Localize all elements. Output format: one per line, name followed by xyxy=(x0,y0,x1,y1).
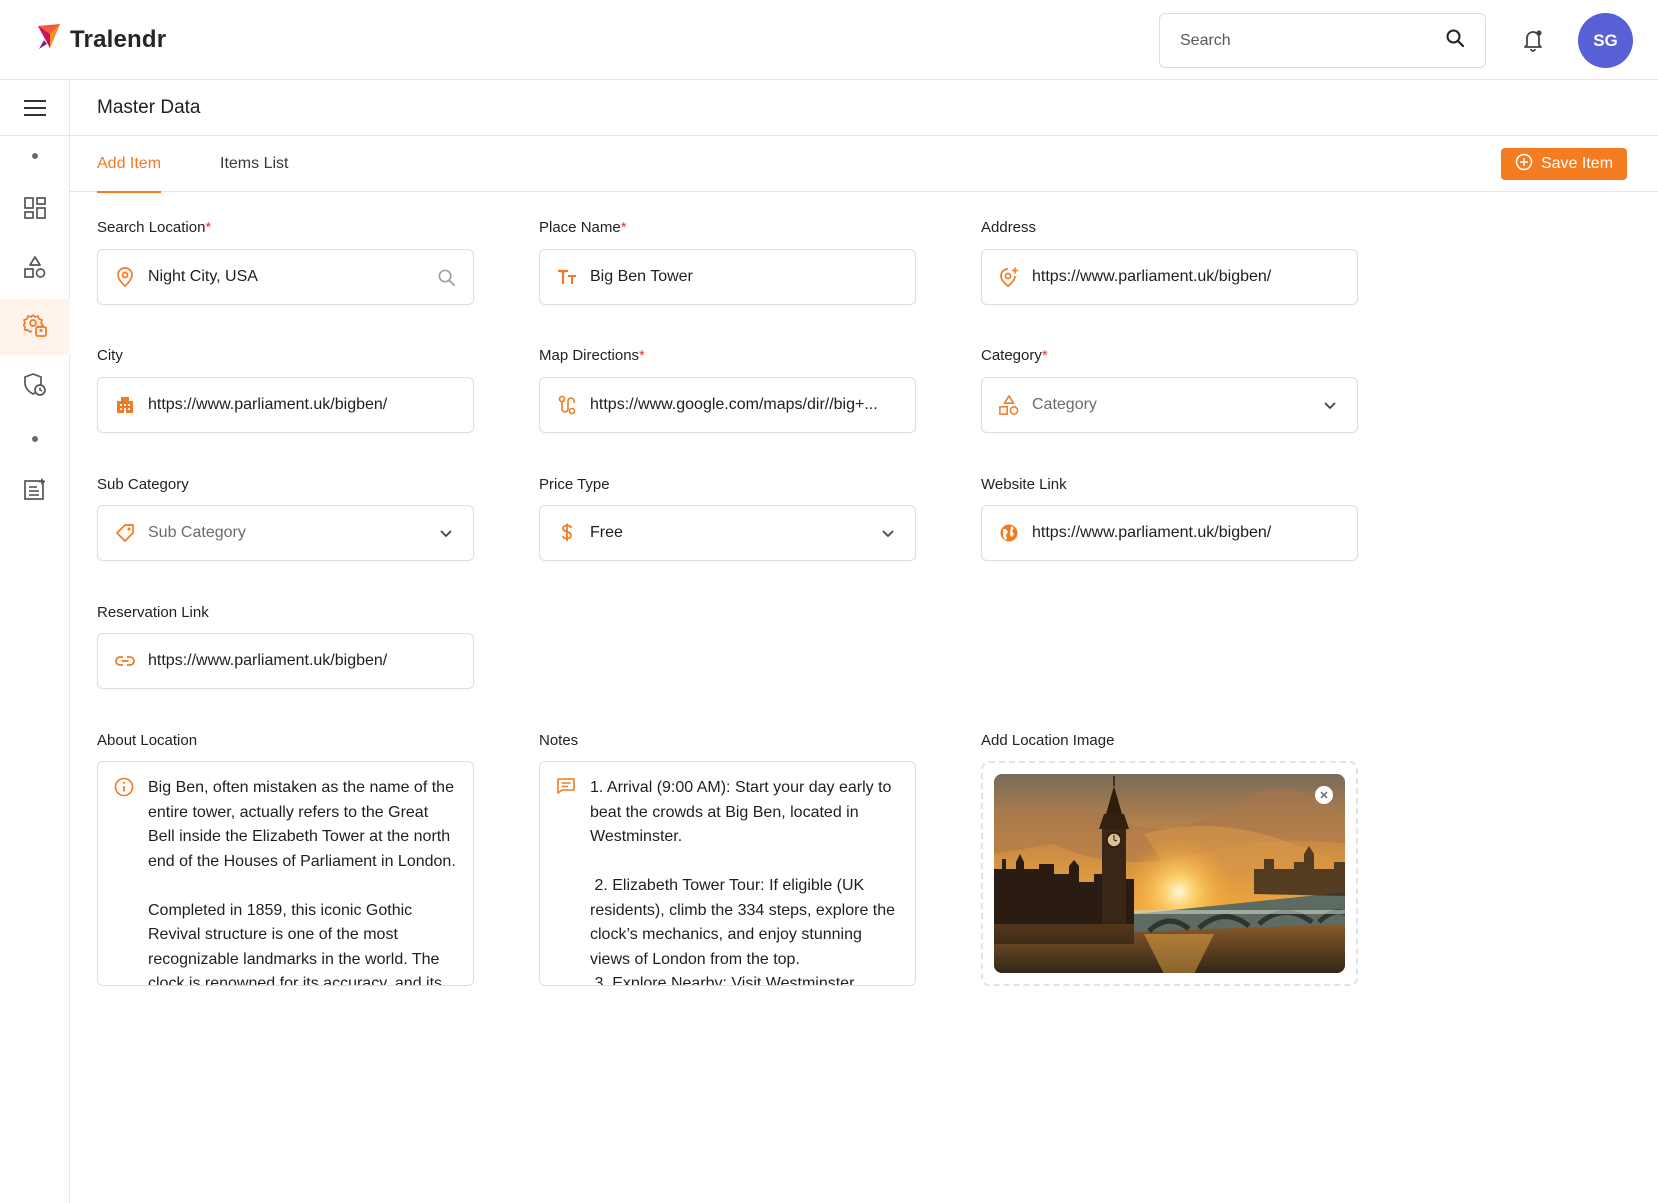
search-location-value: Night City, USA xyxy=(148,268,258,285)
about-location-label: About Location xyxy=(97,732,198,749)
top-bar: Tralendr SG xyxy=(0,0,1658,80)
search-input[interactable] xyxy=(1180,31,1445,50)
shapes-icon xyxy=(24,255,46,283)
building-icon xyxy=(114,394,136,416)
website-link-field[interactable]: https://www.parliament.uk/bigben/ xyxy=(981,505,1358,561)
city-label: City xyxy=(97,347,123,364)
address-value: https://www.parliament.uk/bigben/ xyxy=(1032,268,1272,285)
comment-icon xyxy=(556,776,578,985)
place-name-value: Big Ben Tower xyxy=(590,268,693,285)
sidebar-item-master-data[interactable] xyxy=(0,299,70,355)
notification-bell-icon[interactable] xyxy=(1519,26,1547,54)
shield-clock-icon xyxy=(23,372,47,402)
save-item-label: Save Item xyxy=(1540,155,1614,172)
shapes-icon xyxy=(998,394,1020,416)
price-type-label: Price Type xyxy=(539,476,610,493)
tab-items-list[interactable]: Items List xyxy=(220,136,288,192)
tab-bar: Add Item Items List xyxy=(70,136,1658,193)
category-placeholder: Category xyxy=(1032,396,1097,413)
city-value: https://www.parliament.uk/bigben/ xyxy=(148,396,388,413)
plus-circle-icon xyxy=(1515,153,1533,176)
category-select[interactable]: Category xyxy=(981,377,1358,433)
settings-user-icon xyxy=(22,313,47,342)
sidebar-item-notes[interactable] xyxy=(0,463,70,519)
website-link-label: Website Link xyxy=(981,476,1067,493)
search-icon[interactable] xyxy=(1445,28,1465,53)
globe-icon xyxy=(998,522,1020,544)
price-type-value: Free xyxy=(590,524,623,541)
location-image xyxy=(994,774,1345,973)
add-location-image-label: Add Location Image xyxy=(981,732,1115,749)
page-title: Master Data xyxy=(97,96,201,118)
about-location-text: Big Ben, often mistaken as the name of t… xyxy=(148,779,456,986)
sidebar xyxy=(0,80,70,1203)
location-image-dropzone[interactable] xyxy=(981,761,1358,986)
chevron-down-icon[interactable] xyxy=(435,522,457,544)
sidebar-dot xyxy=(32,436,38,442)
save-item-button[interactable]: Save Item xyxy=(1501,148,1627,180)
place-name-field[interactable]: Big Ben Tower xyxy=(539,249,916,305)
location-add-icon xyxy=(998,266,1020,288)
about-location-textarea[interactable]: Big Ben, often mistaken as the name of t… xyxy=(97,761,474,986)
address-field[interactable]: https://www.parliament.uk/bigben/ xyxy=(981,249,1358,305)
place-name-label: Place Name* xyxy=(539,219,627,236)
route-icon xyxy=(556,394,578,416)
text-size-icon xyxy=(556,266,578,288)
reservation-link-value: https://www.parliament.uk/bigben/ xyxy=(148,652,388,669)
website-link-value: https://www.parliament.uk/bigben/ xyxy=(1032,524,1272,541)
logo-icon xyxy=(36,22,62,57)
sidebar-item-dashboard[interactable] xyxy=(0,182,70,238)
chevron-down-icon[interactable] xyxy=(877,522,899,544)
remove-image-icon[interactable] xyxy=(1315,786,1333,804)
map-directions-value: https://www.google.com/maps/dir//big+... xyxy=(590,396,878,413)
user-avatar[interactable]: SG xyxy=(1578,13,1633,68)
notes-label: Notes xyxy=(539,732,579,749)
location-pin-icon xyxy=(114,266,136,288)
sub-category-label: Sub Category xyxy=(97,476,189,493)
search-icon[interactable] xyxy=(435,266,457,288)
sidebar-dot xyxy=(32,153,38,159)
hamburger-menu-icon[interactable] xyxy=(0,80,70,136)
dollar-icon xyxy=(556,522,578,544)
tab-add-item[interactable]: Add Item xyxy=(97,136,162,193)
global-search[interactable] xyxy=(1159,13,1486,68)
app-logo[interactable]: Tralendr xyxy=(36,22,166,57)
sub-category-select[interactable]: Sub Category xyxy=(97,505,474,561)
reservation-link-label: Reservation Link xyxy=(97,604,209,621)
map-directions-label: Map Directions* xyxy=(539,347,645,364)
sidebar-item-security[interactable] xyxy=(0,359,70,415)
link-icon xyxy=(114,650,136,672)
app-name: Tralendr xyxy=(70,25,167,53)
notes-textarea[interactable]: 1. Arrival (9:00 AM): Start your day ear… xyxy=(539,761,916,986)
document-add-icon xyxy=(24,478,46,505)
reservation-link-field[interactable]: https://www.parliament.uk/bigben/ xyxy=(97,633,474,689)
search-location-label: Search Location* xyxy=(97,219,212,236)
notes-text: 1. Arrival (9:00 AM): Start your day ear… xyxy=(590,779,896,986)
map-directions-field[interactable]: https://www.google.com/maps/dir//big+... xyxy=(539,377,916,433)
sub-category-placeholder: Sub Category xyxy=(148,524,246,541)
tag-icon xyxy=(114,522,136,544)
price-type-select[interactable]: Free xyxy=(539,505,916,561)
chevron-down-icon[interactable] xyxy=(1319,394,1341,416)
address-label: Address xyxy=(981,219,1037,236)
dashboard-icon xyxy=(24,196,46,224)
city-field[interactable]: https://www.parliament.uk/bigben/ xyxy=(97,377,474,433)
category-label: Category* xyxy=(981,347,1048,364)
sidebar-item-categories[interactable] xyxy=(0,241,70,297)
search-location-field[interactable]: Night City, USA xyxy=(97,249,474,305)
page-header: Master Data xyxy=(70,80,1658,136)
info-icon xyxy=(114,776,136,985)
